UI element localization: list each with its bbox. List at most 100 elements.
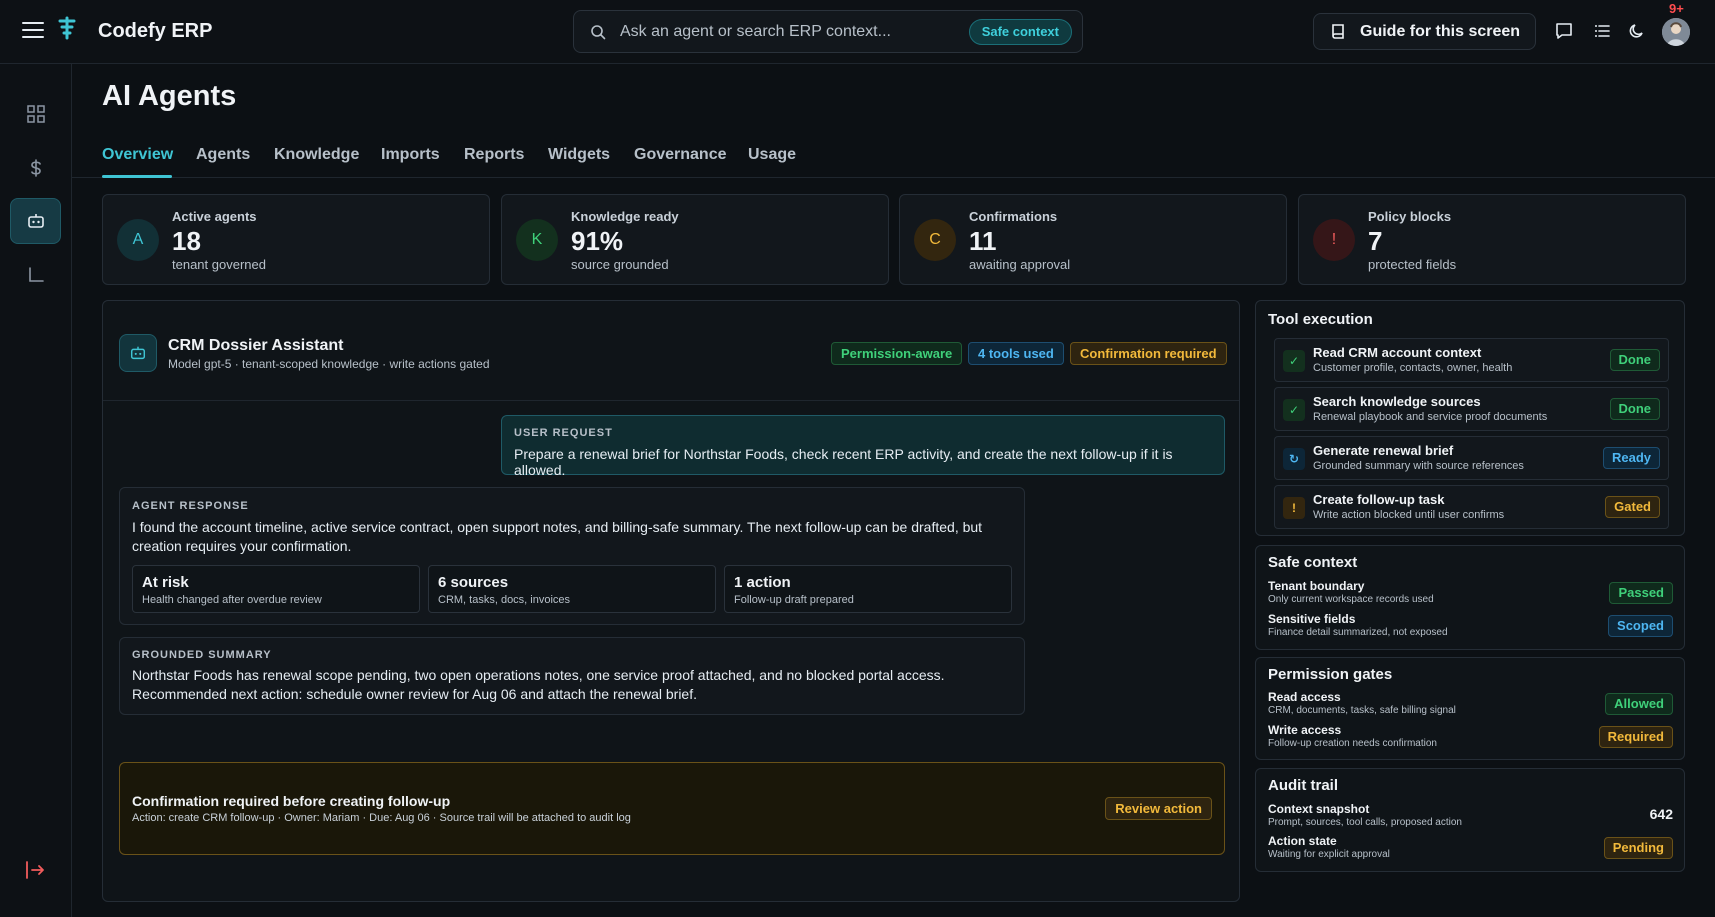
grounded-summary-line: Northstar Foods has renewal scope pendin… (132, 667, 945, 683)
safe-context-pill[interactable]: Safe context (968, 19, 1072, 45)
highlight-sub: Follow-up draft prepared (734, 594, 854, 606)
search-bar[interactable]: Safe context (573, 10, 1083, 53)
permission-gates-card: Permission gates Read access CRM, docume… (1255, 657, 1685, 760)
page-title: AI Agents (102, 80, 237, 112)
tag-tools-used: 4 tools used (968, 342, 1064, 365)
audit-row: Action state Waiting for explicit approv… (1268, 834, 1673, 864)
tool-title: Read CRM account context (1313, 345, 1482, 360)
tool-execution-title: Tool execution (1268, 311, 1373, 328)
user-request-label: USER REQUEST (514, 427, 613, 439)
tag-confirmation-required: Confirmation required (1070, 342, 1227, 365)
search-icon (591, 25, 606, 40)
audit-row: Context snapshot Prompt, sources, tool c… (1268, 802, 1673, 832)
audit-trail-title: Audit trail (1268, 777, 1338, 794)
chat-icon[interactable] (1554, 21, 1574, 41)
status-badge: Done (1609, 349, 1660, 371)
sidebar-item-dashboard[interactable] (10, 91, 61, 137)
highlight-title: At risk (142, 574, 189, 591)
search-input[interactable] (620, 21, 940, 43)
agent-response-card: AGENT RESPONSE I found the account timel… (119, 487, 1025, 625)
safe-context-card: Safe context Tenant boundary Only curren… (1255, 545, 1685, 650)
robot-icon (27, 214, 44, 228)
tool-row[interactable]: ! Create follow-up task Write action blo… (1274, 485, 1669, 529)
stat-card-active-agents: A Active agents 18 tenant governed (102, 194, 490, 285)
warning-icon: ! (1283, 497, 1305, 519)
highlight-card: 1 action Follow-up draft prepared (724, 565, 1012, 613)
tool-row[interactable]: ✓ Read CRM account context Customer prof… (1274, 338, 1669, 382)
stat-avatar: K (516, 219, 558, 261)
chart-axis-icon (28, 267, 44, 282)
logo-icon (58, 16, 76, 40)
check-icon: ✓ (1283, 399, 1305, 421)
sidebar-item-ai-agents[interactable] (10, 198, 61, 244)
permission-row: Write access Follow-up creation needs co… (1268, 723, 1673, 753)
sidebar (0, 64, 72, 917)
agent-response-label: AGENT RESPONSE (132, 500, 249, 512)
book-icon (1332, 23, 1344, 39)
tab-overview[interactable]: Overview (102, 146, 173, 164)
tool-row[interactable]: ✓ Search knowledge sources Renewal playb… (1274, 387, 1669, 431)
row-sub: Waiting for explicit approval (1268, 849, 1390, 860)
tab-governance[interactable]: Governance (634, 146, 726, 164)
tab-usage[interactable]: Usage (748, 146, 796, 164)
tab-widgets[interactable]: Widgets (548, 146, 610, 164)
row-title: Write access (1268, 723, 1342, 737)
user-request-text: Prepare a renewal brief for Northstar Fo… (514, 446, 1173, 478)
tool-row[interactable]: ↻ Generate renewal brief Grounded summar… (1274, 436, 1669, 480)
confirmation-detail: Action: create CRM follow-up · Owner: Ma… (132, 812, 631, 824)
list-icon[interactable] (1592, 21, 1612, 41)
stat-label: Active agents (172, 209, 257, 224)
row-sub: Prompt, sources, tool calls, proposed ac… (1268, 817, 1462, 828)
row-sub: Finance detail summarized, not exposed (1268, 627, 1448, 638)
stat-value: 11 (969, 226, 997, 256)
logout-icon[interactable] (24, 859, 46, 881)
row-sub: Only current workspace records used (1268, 594, 1434, 605)
sidebar-item-finance[interactable] (10, 145, 61, 191)
tab-agents[interactable]: Agents (196, 146, 250, 164)
tab-imports[interactable]: Imports (381, 146, 440, 164)
highlight-sub: Health changed after overdue review (142, 594, 322, 606)
tab-knowledge[interactable]: Knowledge (274, 146, 359, 164)
status-badge: Pending (1603, 837, 1673, 859)
tag-permission-aware: Permission-aware (831, 342, 963, 365)
grounded-summary-card: GROUNDED SUMMARY Northstar Foods has ren… (119, 637, 1025, 715)
tool-sub: Customer profile, contacts, owner, healt… (1313, 362, 1513, 374)
user-request-bubble: USER REQUEST Prepare a renewal brief for… (501, 415, 1225, 478)
assistant-meta: Model gpt-5 · tenant-scoped knowledge · … (168, 357, 490, 371)
stat-sub: source grounded (571, 257, 669, 272)
active-tab-indicator (102, 175, 172, 178)
menu-icon[interactable] (22, 22, 44, 40)
sidebar-item-reports[interactable] (10, 252, 61, 298)
status-badge: Passed (1609, 582, 1673, 604)
dollar-icon (30, 159, 41, 177)
highlight-sub: CRM, tasks, docs, invoices (438, 594, 571, 606)
guide-button[interactable]: Guide for this screen (1313, 13, 1536, 50)
safe-context-title: Safe context (1268, 554, 1358, 571)
tool-sub: Write action blocked until user confirms (1313, 509, 1505, 521)
highlight-card: At risk Health changed after overdue rev… (132, 565, 420, 613)
avatar[interactable] (1662, 18, 1690, 46)
stat-value: 18 (172, 226, 201, 256)
assistant-header: CRM Dossier Assistant Model gpt-5 · tena… (103, 301, 1239, 401)
stat-sub: protected fields (1368, 257, 1457, 272)
tool-title: Search knowledge sources (1313, 394, 1481, 409)
status-badge: Gated (1605, 496, 1660, 518)
moon-icon[interactable] (1627, 21, 1647, 41)
highlight-card: 6 sources CRM, tasks, docs, invoices (428, 565, 716, 613)
robot-icon (119, 334, 157, 372)
tab-reports[interactable]: Reports (464, 146, 524, 164)
stat-sub: awaiting approval (969, 257, 1071, 272)
notification-count[interactable]: 9+ (1669, 1, 1684, 16)
row-title: Read access (1268, 690, 1341, 704)
status-badge: Done (1609, 398, 1660, 420)
stat-avatar: ! (1313, 219, 1355, 261)
row-title: Context snapshot (1268, 802, 1370, 816)
row-sub: CRM, documents, tasks, safe billing sign… (1268, 705, 1456, 716)
stat-label: Policy blocks (1368, 209, 1452, 224)
guide-label: Guide for this screen (1360, 22, 1521, 40)
review-action-button[interactable]: Review action (1105, 797, 1212, 820)
tool-title: Generate renewal brief (1313, 443, 1454, 458)
stat-avatar: A (117, 219, 159, 261)
tool-title: Create follow-up task (1313, 492, 1445, 507)
audit-trail-card: Audit trail Context snapshot Prompt, sou… (1255, 768, 1685, 872)
